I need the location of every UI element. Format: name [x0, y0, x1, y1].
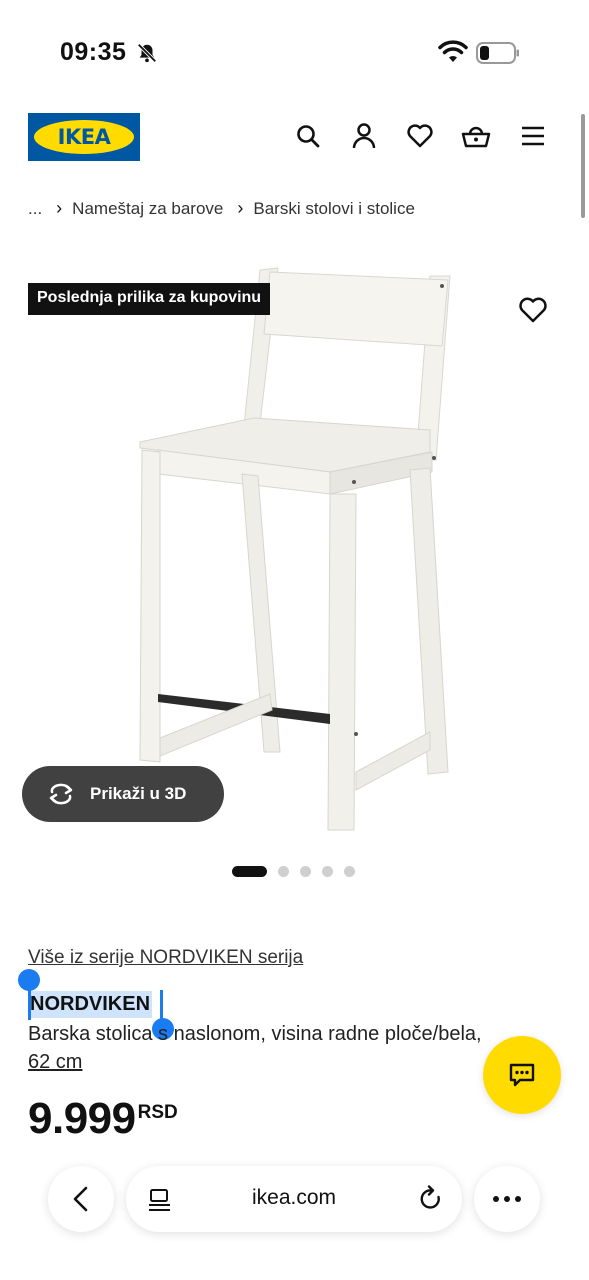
product-description-text: Barska stolica s naslonom, visina radne … — [28, 1023, 482, 1045]
carousel-dot[interactable] — [278, 866, 289, 877]
breadcrumb: ... › Nameštaj za barove › Barski stolov… — [28, 198, 415, 219]
carousel-dot[interactable] — [300, 866, 311, 877]
chevron-right-icon: › — [237, 198, 244, 218]
status-bar: 09:35 — [0, 0, 589, 100]
browser-back-button[interactable] — [48, 1166, 114, 1232]
bell-slash-icon — [137, 43, 157, 63]
browser-more-button[interactable] — [474, 1166, 540, 1232]
basket-icon[interactable] — [461, 121, 491, 151]
chevron-left-icon — [73, 1186, 88, 1212]
chevron-right-icon: › — [56, 198, 63, 218]
page-scrollbar[interactable] — [581, 114, 585, 218]
search-icon[interactable] — [293, 121, 323, 151]
breadcrumb-item-ellipsis[interactable]: ... — [28, 199, 42, 219]
product-image[interactable] — [130, 262, 460, 842]
chat-icon — [509, 1063, 535, 1087]
rotate-3d-icon — [49, 783, 73, 805]
url-text: ikea.com — [251, 1186, 337, 1209]
carousel-dot[interactable] — [322, 866, 333, 877]
chat-button[interactable] — [483, 1036, 561, 1114]
series-link[interactable]: Više iz serije NORDVIKEN serija — [28, 947, 303, 969]
more-icon — [493, 1196, 521, 1202]
selection-start-handle[interactable] — [18, 969, 40, 991]
carousel-dot[interactable] — [344, 866, 355, 877]
logo-text: IKEA — [57, 125, 111, 149]
address-bar[interactable]: ikea.com — [126, 1166, 462, 1232]
product-size-link[interactable]: 62 cm — [28, 1051, 82, 1073]
wifi-icon — [438, 40, 468, 62]
product-name: NORDVIKEN — [28, 991, 153, 1018]
last-chance-badge: Poslednja prilika za kupovinu — [28, 283, 271, 315]
reload-icon[interactable] — [418, 1185, 444, 1213]
heart-icon[interactable] — [405, 121, 435, 151]
breadcrumb-item-bar-furniture[interactable]: Nameštaj za barove — [72, 199, 223, 219]
carousel-dot-active[interactable] — [232, 866, 267, 877]
status-time: 09:35 — [60, 38, 127, 66]
add-to-favorites-icon[interactable] — [518, 295, 548, 325]
user-icon[interactable] — [349, 121, 379, 151]
view-3d-button[interactable]: Prikaži u 3D — [22, 766, 224, 822]
ikea-logo[interactable]: IKEA — [28, 113, 140, 161]
logo-oval: IKEA — [34, 120, 134, 154]
carousel-dots — [232, 866, 366, 877]
battery-icon — [476, 42, 519, 64]
breadcrumb-item-bar-tables-stools[interactable]: Barski stolovi i stolice — [253, 199, 415, 219]
price-value: 9.999 — [28, 1094, 136, 1143]
view-3d-label: Prikaži u 3D — [90, 784, 187, 803]
menu-icon[interactable] — [518, 121, 548, 151]
price-currency: RSD — [137, 1102, 178, 1123]
site-header: IKEA — [0, 110, 589, 164]
product-price: 9.999 RSD — [28, 1094, 178, 1144]
